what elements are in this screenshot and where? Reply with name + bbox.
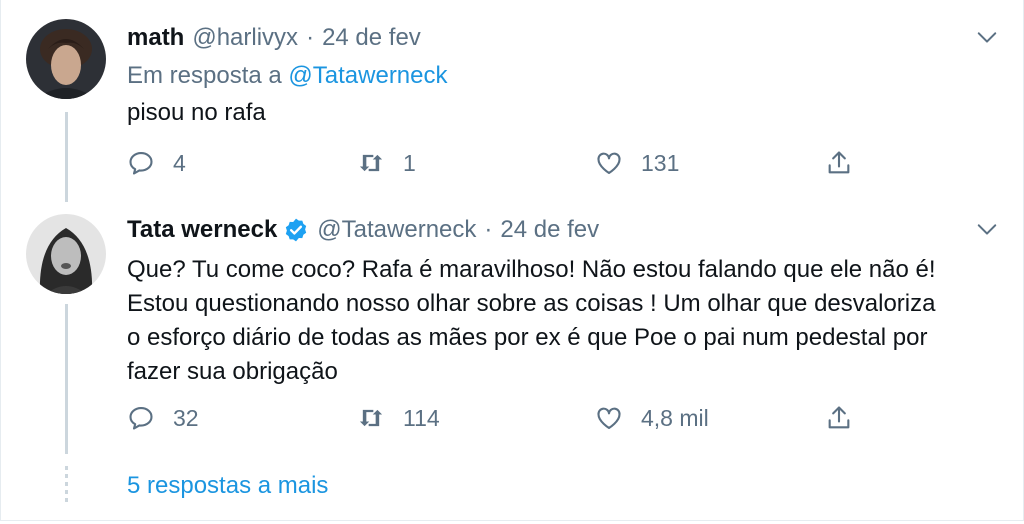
more-replies-link[interactable]: 5 respostas a mais <box>127 472 328 500</box>
like-count: 131 <box>641 149 680 176</box>
display-name[interactable]: math <box>127 24 184 52</box>
retweet-icon <box>359 154 383 172</box>
tweet-text-line: fazer sua obrigação <box>127 358 338 385</box>
like-count: 4,8 mil <box>641 404 709 431</box>
tweet-text: Que? Tu come coco? Rafa é maravilhoso! N… <box>127 253 997 389</box>
chevron-down-icon[interactable] <box>976 26 998 48</box>
thread-line <box>65 304 68 454</box>
like-icon <box>597 407 621 429</box>
separator-dot: · <box>484 216 493 243</box>
share-icon <box>828 151 850 174</box>
reply-button[interactable]: 32 <box>127 401 199 435</box>
like-icon <box>597 152 621 174</box>
retweet-count: 114 <box>403 404 440 431</box>
reply-prefix: Em resposta a <box>127 62 282 89</box>
tweet-text-line: o esforço diário de todas as mães por ex… <box>127 324 928 351</box>
user-handle[interactable]: @harlivyx <box>192 24 298 52</box>
tweet-header: math @harlivyx · 24 de fev <box>127 24 421 52</box>
share-button[interactable] <box>825 401 871 435</box>
action-bar: 32 114 4,8 mil <box>127 401 867 435</box>
reply-handle-link[interactable]: @Tatawerneck <box>288 62 447 89</box>
tweet-date[interactable]: 24 de fev <box>500 216 599 244</box>
thread-line <box>65 112 68 202</box>
share-icon <box>828 406 850 429</box>
reply-icon <box>129 407 153 430</box>
retweet-icon <box>359 409 383 427</box>
avatar[interactable] <box>26 214 106 294</box>
tweet-tatawerneck[interactable]: Tata werneck @Tatawerneck · 24 de fev Qu… <box>0 200 1024 460</box>
like-button[interactable]: 4,8 mil <box>595 401 709 435</box>
tweet-text-line: Que? Tu come coco? Rafa é maravilhoso! N… <box>127 256 936 283</box>
tweet-date[interactable]: 24 de fev <box>322 24 421 52</box>
tweet-text-line: Estou questionando nosso olhar sobre as … <box>127 290 936 317</box>
separator-dot: · <box>306 24 315 51</box>
retweet-count: 1 <box>403 149 416 176</box>
like-button[interactable]: 131 <box>595 146 679 180</box>
action-bar: 4 1 131 <box>127 146 867 180</box>
tweet-header: Tata werneck @Tatawerneck · 24 de fev <box>127 216 599 244</box>
retweet-button[interactable]: 114 <box>357 401 440 435</box>
reply-count: 32 <box>173 404 199 431</box>
reply-button[interactable]: 4 <box>127 146 186 180</box>
avatar[interactable] <box>26 19 106 99</box>
verified-icon <box>286 218 307 242</box>
share-button[interactable] <box>825 146 871 180</box>
tweet-math[interactable]: math @harlivyx · 24 de fev Em resposta a… <box>0 0 1024 202</box>
reply-context: Em resposta a @Tatawerneck <box>127 62 448 90</box>
display-name[interactable]: Tata werneck <box>127 216 277 244</box>
tweet-text: pisou no rafa <box>127 99 266 126</box>
chevron-down-icon[interactable] <box>976 218 998 240</box>
user-handle[interactable]: @Tatawerneck <box>317 216 476 244</box>
reply-icon <box>129 152 153 175</box>
thread-dotted-line <box>65 466 68 506</box>
reply-count: 4 <box>173 149 186 176</box>
retweet-button[interactable]: 1 <box>357 146 416 180</box>
